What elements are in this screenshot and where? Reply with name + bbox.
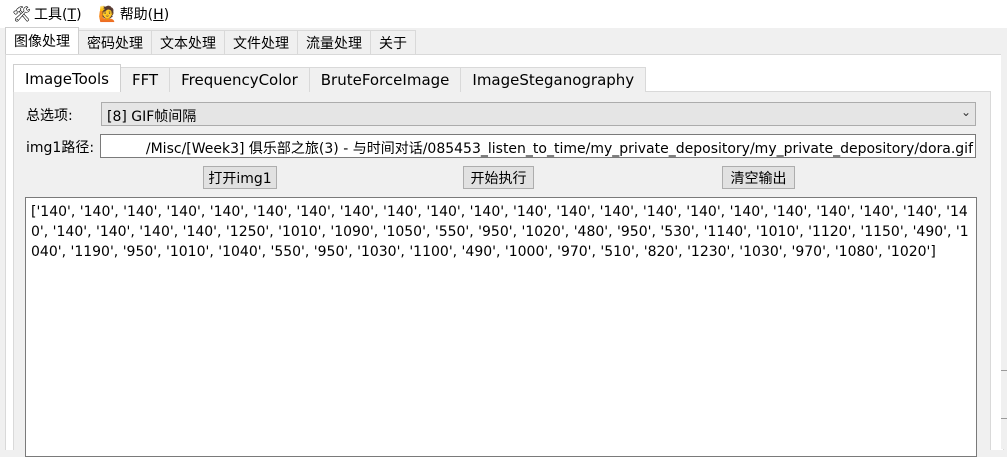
tab-traffic-processing[interactable]: 流量处理	[297, 30, 371, 54]
tab-text-processing[interactable]: 文本处理	[151, 30, 225, 54]
tab-password-processing[interactable]: 密码处理	[78, 30, 152, 54]
menu-help-label: 帮助(H)	[119, 7, 170, 23]
img1-path-input[interactable]: /Misc/[Week3] 俱乐部之旅(3) - 与时间对话/085453_li…	[100, 134, 976, 158]
sub-tab-bar: ImageTools FFT FrequencyColor BruteForce…	[13, 64, 647, 92]
tab-about[interactable]: 关于	[370, 30, 416, 54]
option-label: 总选项:	[26, 108, 73, 124]
menu-help[interactable]: 🙋 帮助(H)	[98, 4, 169, 24]
open-img1-button[interactable]: 打开img1	[203, 166, 277, 189]
start-execute-button[interactable]: 开始执行	[463, 166, 534, 189]
tab-file-processing[interactable]: 文件处理	[224, 30, 298, 54]
window-edge	[1001, 54, 1007, 449]
output-textarea[interactable]: ['140', '140', '140', '140', '140', '140…	[25, 197, 977, 457]
help-person-icon: 🙋	[98, 5, 117, 23]
edge-tick	[1001, 370, 1007, 371]
tab-frequencycolor[interactable]: FrequencyColor	[169, 67, 310, 92]
tab-bruteforceimage[interactable]: BruteForceImage	[308, 67, 462, 92]
img1-path-value: /Misc/[Week3] 俱乐部之旅(3) - 与时间对话/085453_li…	[145, 141, 973, 157]
main-tab-bar: 图像处理 密码处理 文本处理 文件处理 流量处理 关于	[5, 27, 416, 54]
option-select-value: [8] GIF帧间隔	[107, 109, 197, 125]
menu-tools[interactable]: 🛠 工具(T)	[12, 4, 82, 24]
menu-tools-label: 工具(T)	[34, 7, 82, 23]
tab-fft[interactable]: FFT	[119, 67, 171, 92]
tools-icon: 🛠	[12, 5, 32, 23]
tab-imagesteganography[interactable]: ImageSteganography	[460, 67, 647, 92]
tab-image-processing[interactable]: 图像处理	[5, 27, 79, 54]
option-select[interactable]: [8] GIF帧间隔 ⌄	[101, 102, 976, 126]
edge-tick	[1001, 418, 1007, 419]
clear-output-button[interactable]: 清空输出	[722, 166, 795, 189]
menu-bar: 🛠 工具(T) 🙋 帮助(H)	[0, 0, 1007, 28]
path-label: img1路径:	[26, 140, 95, 156]
chevron-down-icon[interactable]: ⌄	[961, 105, 971, 119]
tab-imagetools[interactable]: ImageTools	[13, 64, 121, 92]
